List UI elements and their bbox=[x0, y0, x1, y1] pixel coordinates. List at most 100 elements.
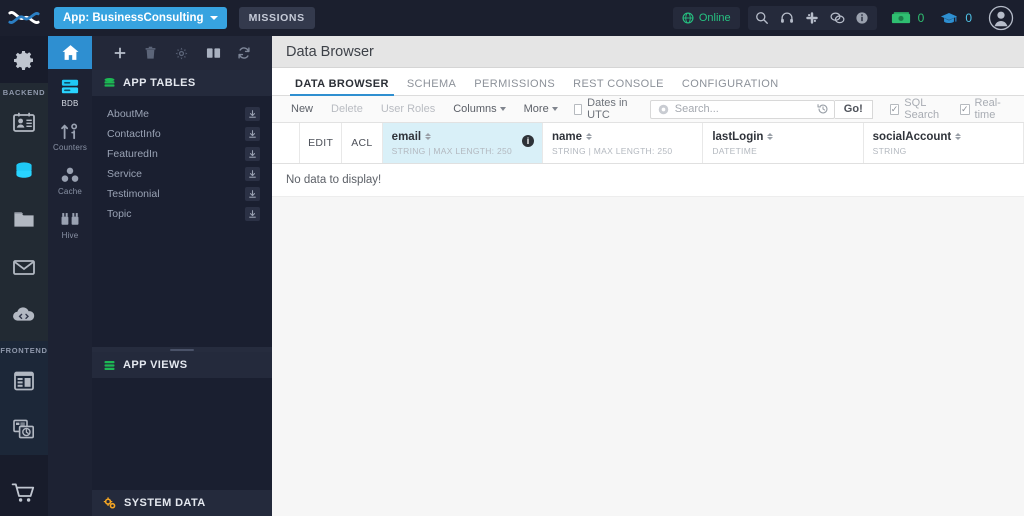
database-green-icon bbox=[104, 77, 115, 87]
chat-icon[interactable] bbox=[825, 6, 850, 30]
avatar[interactable] bbox=[986, 3, 1016, 33]
column-info-icon[interactable]: i bbox=[522, 135, 534, 147]
system-data-header[interactable]: SYSTEM DATA bbox=[92, 490, 272, 516]
sidebar-item-marketplace[interactable] bbox=[0, 469, 48, 516]
tab-permissions[interactable]: PERMISSIONS bbox=[465, 78, 564, 95]
graduation-cap-icon[interactable] bbox=[936, 6, 961, 30]
refresh-tables-button[interactable] bbox=[234, 43, 254, 63]
sort-arrows-icon[interactable] bbox=[425, 133, 432, 140]
sidebar-item-settings[interactable] bbox=[0, 36, 48, 83]
table-list-item[interactable]: Service bbox=[92, 164, 272, 184]
table-list-item[interactable]: ContactInfo bbox=[92, 124, 272, 144]
headset-icon[interactable] bbox=[775, 6, 800, 30]
sort-arrows-icon[interactable] bbox=[955, 133, 962, 140]
grid-select-column bbox=[272, 123, 301, 163]
home-button[interactable] bbox=[48, 36, 92, 69]
secondary-nav-item-bdb[interactable]: BDB bbox=[48, 69, 92, 113]
dates-in-utc-checkbox[interactable]: Dates in UTC bbox=[567, 97, 642, 121]
info-icon[interactable] bbox=[850, 6, 875, 30]
body-row: BACKEND FRONTEND BDB Counters Cache Hive… bbox=[0, 36, 1024, 516]
grid-column-acl[interactable]: ACL bbox=[342, 123, 383, 163]
table-columns-button[interactable] bbox=[203, 43, 223, 63]
table-name: Service bbox=[107, 168, 143, 180]
backendless-logo-icon bbox=[8, 11, 40, 24]
grid-column-name-text: lastLogin bbox=[712, 130, 764, 143]
history-icon[interactable] bbox=[817, 103, 829, 115]
table-list-item[interactable]: FeaturedIn bbox=[92, 144, 272, 164]
clear-circle-icon[interactable] bbox=[658, 104, 669, 115]
tab-schema[interactable]: SCHEMA bbox=[398, 78, 465, 95]
missions-button[interactable]: MISSIONS bbox=[238, 7, 315, 29]
sidebar-item-files[interactable] bbox=[0, 195, 48, 243]
search-box[interactable] bbox=[649, 99, 835, 119]
secondary-nav-item-hive[interactable]: Hive bbox=[48, 201, 92, 245]
sidebar-item-ui-builder[interactable] bbox=[0, 357, 48, 405]
cash-icon[interactable] bbox=[889, 6, 914, 30]
columns-dropdown-label: Columns bbox=[453, 103, 497, 115]
grid-column-name: socialAccount bbox=[873, 131, 1014, 143]
grid-column-email[interactable]: email STRING | MAX LENGTH: 250 i bbox=[382, 123, 543, 163]
sidebar-item-data[interactable] bbox=[0, 147, 48, 195]
envelope-icon bbox=[13, 260, 35, 275]
app-views-body bbox=[92, 378, 272, 490]
dates-in-utc-label: Dates in UTC bbox=[587, 97, 628, 121]
status-badge[interactable]: Online bbox=[672, 7, 740, 29]
sidebar-item-app-preview[interactable] bbox=[0, 405, 48, 453]
brand-logo[interactable] bbox=[0, 0, 48, 36]
gears-orange-icon bbox=[103, 496, 116, 509]
download-table-icon[interactable] bbox=[245, 147, 260, 161]
counter-group: 0 0 bbox=[889, 6, 980, 30]
grid-column-name[interactable]: name STRING | MAX LENGTH: 250 bbox=[543, 123, 704, 163]
status-label: Online bbox=[698, 12, 731, 24]
book-icon bbox=[206, 48, 220, 58]
grid-column-edit[interactable]: EDIT bbox=[300, 123, 343, 163]
globe-icon bbox=[682, 12, 694, 24]
top-bar: App: BusinessConsulting MISSIONS Online bbox=[0, 0, 1024, 36]
tab-configuration[interactable]: CONFIGURATION bbox=[673, 78, 788, 95]
app-selector-button[interactable]: App: BusinessConsulting bbox=[54, 7, 227, 29]
add-table-button[interactable] bbox=[110, 43, 130, 63]
sidebar-item-cloud-code[interactable] bbox=[0, 291, 48, 339]
checkbox-box bbox=[960, 103, 970, 115]
download-table-icon[interactable] bbox=[245, 127, 260, 141]
app-views-header[interactable]: APP VIEWS bbox=[92, 352, 272, 378]
layout-icon bbox=[14, 371, 34, 391]
secondary-nav: BDB Counters Cache Hive bbox=[48, 36, 92, 516]
plus-icon bbox=[114, 47, 125, 59]
download-table-icon[interactable] bbox=[245, 187, 260, 201]
user-roles-button: User Roles bbox=[380, 103, 436, 115]
sql-search-checkbox[interactable]: SQL Search bbox=[883, 97, 953, 121]
tab-data-browser[interactable]: DATA BROWSER bbox=[286, 78, 398, 96]
download-table-icon[interactable] bbox=[245, 107, 260, 121]
download-table-icon[interactable] bbox=[245, 207, 260, 221]
secondary-nav-item-counters[interactable]: Counters bbox=[48, 113, 92, 157]
download-table-icon[interactable] bbox=[245, 167, 260, 181]
table-settings-button[interactable] bbox=[172, 43, 192, 63]
go-button[interactable]: Go! bbox=[834, 99, 873, 119]
app-tables-header[interactable]: APP TABLES bbox=[92, 70, 272, 96]
grid-column-lastlogin[interactable]: lastLogin DATETIME bbox=[703, 123, 864, 163]
slack-icon[interactable] bbox=[800, 6, 825, 30]
columns-dropdown[interactable]: Columns bbox=[444, 103, 514, 115]
sort-arrows-icon[interactable] bbox=[767, 133, 774, 140]
grid-column-name: email bbox=[392, 131, 533, 143]
tab-rest-console[interactable]: REST CONSOLE bbox=[564, 78, 673, 95]
views-green-icon bbox=[104, 360, 115, 370]
table-list-item[interactable]: AboutMe bbox=[92, 104, 272, 124]
more-dropdown[interactable]: More bbox=[515, 103, 567, 115]
users-card-icon bbox=[13, 112, 35, 132]
sort-arrows-icon[interactable] bbox=[586, 133, 593, 140]
realtime-checkbox[interactable]: Real-time bbox=[953, 97, 1014, 121]
table-list-item[interactable]: Topic bbox=[92, 204, 272, 224]
data-grid-body bbox=[272, 197, 1024, 516]
delete-table-button[interactable] bbox=[141, 43, 161, 63]
secondary-nav-item-cache[interactable]: Cache bbox=[48, 157, 92, 201]
sidebar-item-messaging[interactable] bbox=[0, 243, 48, 291]
search-icon[interactable] bbox=[750, 6, 775, 30]
search-input[interactable] bbox=[674, 103, 817, 115]
new-record-button[interactable]: New bbox=[282, 103, 322, 115]
table-list-item[interactable]: Testimonial bbox=[92, 184, 272, 204]
grid-column-socialaccount[interactable]: socialAccount STRING bbox=[864, 123, 1024, 163]
sidebar-item-users[interactable] bbox=[0, 99, 48, 147]
sql-search-label: SQL Search bbox=[904, 97, 940, 121]
